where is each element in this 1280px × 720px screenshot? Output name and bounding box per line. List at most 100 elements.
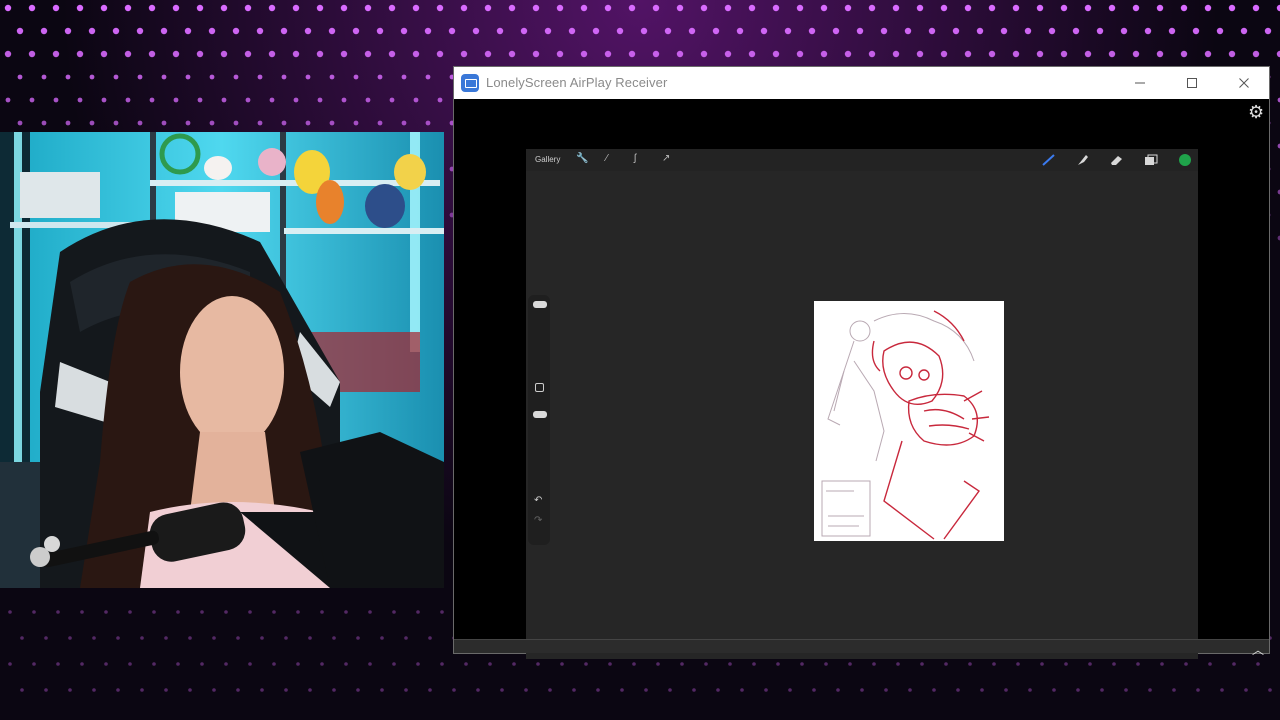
light-dot — [704, 662, 708, 666]
brush-icon[interactable] — [1042, 154, 1056, 166]
light-dot — [532, 4, 540, 12]
gallery-button[interactable]: Gallery — [535, 155, 560, 164]
light-dot — [148, 50, 156, 58]
light-dot — [1220, 688, 1224, 692]
light-dot — [176, 610, 180, 614]
light-dot — [1084, 4, 1092, 12]
light-dot — [308, 636, 312, 640]
light-dot — [628, 50, 636, 58]
light-dot — [1192, 27, 1200, 35]
light-dot — [1052, 688, 1056, 692]
light-dot — [356, 636, 360, 640]
close-button[interactable] — [1221, 67, 1267, 99]
color-picker[interactable] — [1179, 154, 1191, 166]
wrench-icon[interactable]: 🔧 — [576, 153, 588, 164]
light-dot — [920, 662, 924, 666]
light-dot — [293, 97, 299, 103]
light-dot — [1240, 27, 1248, 35]
light-dot — [212, 688, 216, 692]
light-dot — [968, 662, 972, 666]
window-bottom-bar — [454, 639, 1269, 653]
light-dot — [388, 50, 396, 58]
light-dot — [377, 74, 383, 80]
light-dot — [844, 50, 852, 58]
light-dot — [28, 4, 36, 12]
light-dot — [460, 50, 468, 58]
light-dot — [184, 27, 192, 35]
light-dot — [329, 120, 335, 126]
magic-wand-icon[interactable]: ⁄ — [606, 153, 608, 164]
light-dot — [1172, 688, 1176, 692]
light-dot — [676, 50, 684, 58]
light-dot — [260, 636, 264, 640]
light-dot — [245, 97, 251, 103]
smudge-icon[interactable] — [1076, 154, 1090, 166]
light-dot — [1196, 688, 1200, 692]
light-dot — [196, 4, 204, 12]
light-dot — [656, 662, 660, 666]
light-dot — [41, 120, 47, 126]
selection-icon[interactable]: ʃ — [634, 153, 636, 164]
redo-icon[interactable]: ↷ — [534, 515, 542, 526]
modify-button[interactable] — [535, 383, 544, 392]
light-dot — [880, 27, 888, 35]
airplay-receiver-window: LonelyScreen AirPlay Receiver Gallery 🔧 … — [453, 66, 1270, 659]
window-title: LonelyScreen AirPlay Receiver — [486, 75, 668, 90]
minimize-button[interactable] — [1117, 67, 1163, 99]
light-dot — [77, 97, 83, 103]
brush-size-slider[interactable] — [533, 301, 547, 308]
light-dot — [292, 4, 300, 12]
light-dot — [484, 4, 492, 12]
light-dot — [1048, 27, 1056, 35]
light-dot — [980, 688, 984, 692]
light-dot — [1148, 688, 1152, 692]
window-titlebar[interactable]: LonelyScreen AirPlay Receiver — [454, 67, 1269, 99]
transform-icon[interactable]: ↗ — [662, 153, 670, 164]
chevron-up-icon[interactable]: ︿ — [1252, 641, 1264, 658]
light-dot — [568, 27, 576, 35]
light-dot — [788, 688, 792, 692]
light-dot — [728, 662, 732, 666]
layers-icon[interactable] — [1144, 154, 1158, 166]
light-dot — [8, 662, 12, 666]
light-dot — [700, 50, 708, 58]
light-dot — [296, 662, 300, 666]
light-dot — [548, 688, 552, 692]
procreate-toolbar: Gallery 🔧 ⁄ ʃ ↗ — [526, 149, 1198, 171]
light-dot — [316, 50, 324, 58]
maximize-button[interactable] — [1169, 67, 1215, 99]
light-dot — [353, 74, 359, 80]
light-dot — [437, 97, 443, 103]
light-dot — [1136, 662, 1140, 666]
light-dot — [412, 4, 420, 12]
settings-gear-icon[interactable]: ⚙ — [1248, 103, 1266, 121]
light-dot — [460, 4, 468, 12]
undo-icon[interactable]: ↶ — [534, 495, 542, 506]
opacity-slider[interactable] — [533, 411, 547, 418]
light-dot — [760, 27, 768, 35]
light-dot — [1184, 662, 1188, 666]
light-dot — [1232, 662, 1236, 666]
light-dot — [464, 662, 468, 666]
light-dot — [596, 688, 600, 692]
light-dot — [112, 27, 120, 35]
light-dot — [692, 688, 696, 692]
light-dot — [412, 50, 420, 58]
drawing-canvas[interactable] — [814, 301, 1004, 541]
light-dot — [712, 27, 720, 35]
light-dot — [448, 27, 456, 35]
light-dot — [1208, 662, 1212, 666]
eraser-icon[interactable] — [1110, 154, 1124, 166]
light-dot — [344, 610, 348, 614]
procreate-sidebar: ↶ ↷ — [528, 295, 550, 545]
light-dot — [896, 662, 900, 666]
light-dot — [748, 50, 756, 58]
light-dot — [280, 27, 288, 35]
light-dot — [884, 688, 888, 692]
light-dot — [8, 610, 12, 614]
light-dot — [424, 27, 432, 35]
light-dot — [100, 4, 108, 12]
mirror-area: Gallery 🔧 ⁄ ʃ ↗ ↶ ↷ — [454, 99, 1269, 659]
light-dot — [104, 662, 108, 666]
light-dot — [188, 688, 192, 692]
